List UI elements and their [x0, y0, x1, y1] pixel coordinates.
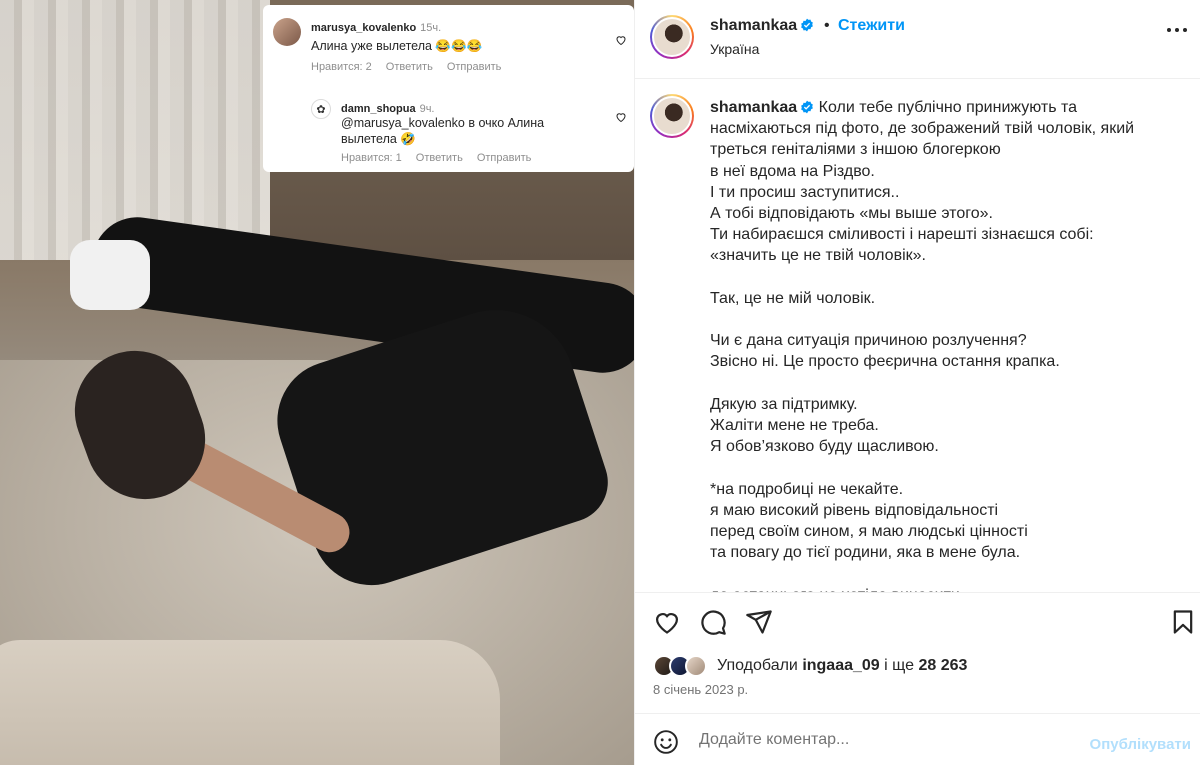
action-bar [635, 592, 1200, 648]
post-header: shamankaa • Стежити Україна [635, 0, 1200, 79]
post-date[interactable]: 8 січень 2023 р. [653, 682, 748, 697]
comment-send: Отправить [446, 61, 502, 73]
avatar[interactable] [650, 15, 694, 59]
heart-icon[interactable] [653, 608, 681, 636]
bookmark-icon[interactable] [1169, 608, 1197, 636]
avatar[interactable] [650, 94, 694, 138]
verified-icon [801, 18, 814, 32]
comments-screenshot-overlay: marusya_kovalenko 15ч. Алина уже вылетела… [263, 5, 634, 172]
people-figure [57, 210, 634, 630]
comment-username: damn_shopua [341, 103, 416, 115]
caption-username[interactable]: shamankaa [710, 99, 797, 116]
likes-middle: і ще [884, 657, 915, 674]
comment-send: Отправить [476, 152, 532, 164]
likes-count[interactable]: 28 263 [919, 657, 968, 674]
avatar [273, 18, 301, 46]
follow-button[interactable]: Стежити [838, 17, 905, 35]
comment-likes: Нравится: 1 [341, 152, 402, 164]
avatar: ✿ [311, 99, 331, 119]
separator-dot: • [824, 17, 830, 34]
header-username-link[interactable]: shamankaa [710, 17, 814, 35]
comment-text: @marusya_kovalenko в очко Алина вылетела… [341, 116, 545, 146]
verified-icon [801, 100, 814, 114]
likes-prefix: Уподобали [717, 657, 798, 674]
comment-bar: Опублікувати [635, 713, 1200, 765]
location-link[interactable]: Україна [710, 41, 759, 57]
comment-time: 9ч. [419, 103, 435, 115]
avatar [685, 655, 707, 677]
post-side-panel: shamankaa • Стежити Україна shamankaa Ко… [634, 0, 1200, 765]
comment-text: Алина уже вылетела 😂😂😂 [311, 39, 483, 53]
comment-time: 15ч. [420, 22, 442, 34]
comment-username: marusya_kovalenko [311, 22, 417, 34]
publish-button[interactable]: Опублікувати [1090, 736, 1191, 753]
heart-icon [616, 113, 626, 123]
liker-avatars [653, 655, 715, 677]
sofa-foreground [0, 640, 500, 765]
likes-summary: Уподобали ingaaa_09 і ще 28 263 [717, 657, 967, 675]
comment-icon[interactable] [699, 608, 727, 636]
share-icon[interactable] [745, 608, 773, 636]
comment-reply: Ответить [415, 152, 463, 164]
comment-input[interactable] [699, 724, 1079, 756]
more-icon[interactable] [1167, 28, 1187, 34]
header-username[interactable]: shamankaa [710, 17, 797, 34]
caption-text-block: shamankaa Коли тебе публічно принижують … [710, 97, 1180, 592]
emoji-icon[interactable] [653, 729, 679, 755]
comment-likes: Нравится: 2 [311, 61, 372, 73]
post-media[interactable]: marusya_kovalenko 15ч. Алина уже вылетела… [0, 0, 634, 765]
heart-icon [616, 36, 626, 46]
comment-reply: Ответить [385, 61, 433, 73]
likes-row[interactable]: Уподобали ingaaa_09 і ще 28 263 [635, 650, 1200, 680]
caption-area: shamankaa Коли тебе публічно принижують … [635, 80, 1200, 592]
liker-username[interactable]: ingaaa_09 [802, 657, 879, 674]
caption-text: Коли тебе публічно принижують та насміха… [710, 99, 1135, 592]
